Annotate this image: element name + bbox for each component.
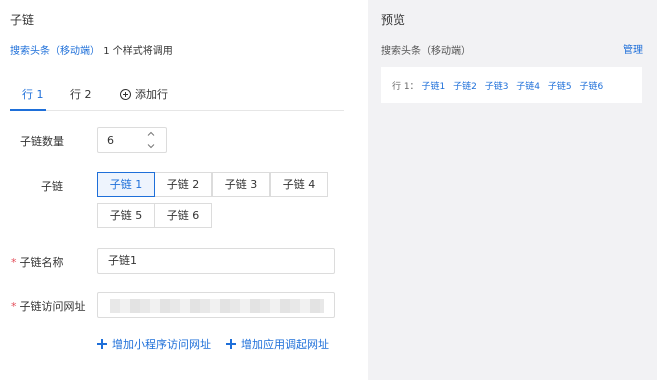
plus-icon [97,339,107,349]
sublink-name-input[interactable]: 子链1 [97,248,335,274]
sublink-chip-5[interactable]: 子链 5 [97,203,155,228]
redacted-url [110,299,324,313]
preview-panel: 预览 搜索头条（移动端） 管理 行 1： 子链1 子链2 子链3 子链4 子链5… [368,0,657,380]
required-mark: * [11,300,17,313]
add-app-url-button[interactable]: 增加应用调起网址 [226,336,329,352]
sublink-chip-4[interactable]: 子链 4 [270,172,328,197]
preview-link[interactable]: 子链4 [516,82,540,92]
section-title: 子链 [10,13,35,27]
style-usage-info: 搜索头条（移动端） 1 个样式将调用 [10,42,173,57]
chevron-up-icon[interactable] [146,129,156,139]
count-value: 6 [107,134,114,147]
preview-link[interactable]: 子链2 [453,82,477,92]
tab-row-2[interactable]: 行 2 [70,86,92,102]
add-miniprogram-url-button[interactable]: 增加小程序访问网址 [97,336,211,352]
add-row-button[interactable]: 添加行 [120,86,168,102]
sublink-chip-2[interactable]: 子链 2 [154,172,212,197]
circle-plus-icon [120,88,131,100]
count-stepper[interactable]: 6 [97,127,167,153]
count-label: 子链数量 [20,135,64,148]
preview-title: 预览 [381,13,406,27]
sublinks-label: 子链 [41,180,63,193]
preview-link[interactable]: 子链5 [548,82,572,92]
style-usage-link[interactable]: 搜索头条（移动端） [10,46,100,57]
tab-row-1[interactable]: 行 1 [22,86,44,102]
preview-row-label: 行 1： [392,82,419,92]
preview-link[interactable]: 子链6 [580,82,604,92]
sublink-chip-1[interactable]: 子链 1 [97,172,155,197]
chevron-down-icon[interactable] [146,141,156,151]
plus-icon [226,339,236,349]
preview-card: 行 1： 子链1 子链2 子链3 子链4 子链5 子链6 [381,67,642,103]
url-field-label: * 子链访问网址 [11,298,86,314]
row-tabs: 行 1 行 2 添加行 [10,84,344,111]
add-miniprogram-url-label: 增加小程序访问网址 [112,338,211,351]
preview-link[interactable]: 子链1 [421,82,445,92]
sublink-url-input[interactable] [97,292,335,318]
preview-link[interactable]: 子链3 [485,82,509,92]
config-panel: 子链 搜索头条（移动端） 1 个样式将调用 行 1 行 2 添加行 子链数量 6… [0,0,368,380]
manage-link[interactable]: 管理 [623,41,643,56]
preview-row: 行 1： 子链1 子链2 子链3 子链4 子链5 子链6 [392,79,608,92]
add-row-label: 添加行 [135,88,168,101]
name-field-label-text: 子链名称 [19,256,64,269]
sublink-chip-6[interactable]: 子链 6 [154,203,212,228]
add-app-url-label: 增加应用调起网址 [241,338,329,351]
preview-subtitle: 搜索头条（移动端） [381,46,471,57]
active-tab-indicator [10,109,46,111]
url-field-label-text: 子链访问网址 [19,300,86,313]
sublink-chip-3[interactable]: 子链 3 [212,172,270,197]
required-mark: * [11,256,17,269]
name-field-label: * 子链名称 [11,254,64,270]
style-usage-text: 1 个样式将调用 [103,46,173,57]
